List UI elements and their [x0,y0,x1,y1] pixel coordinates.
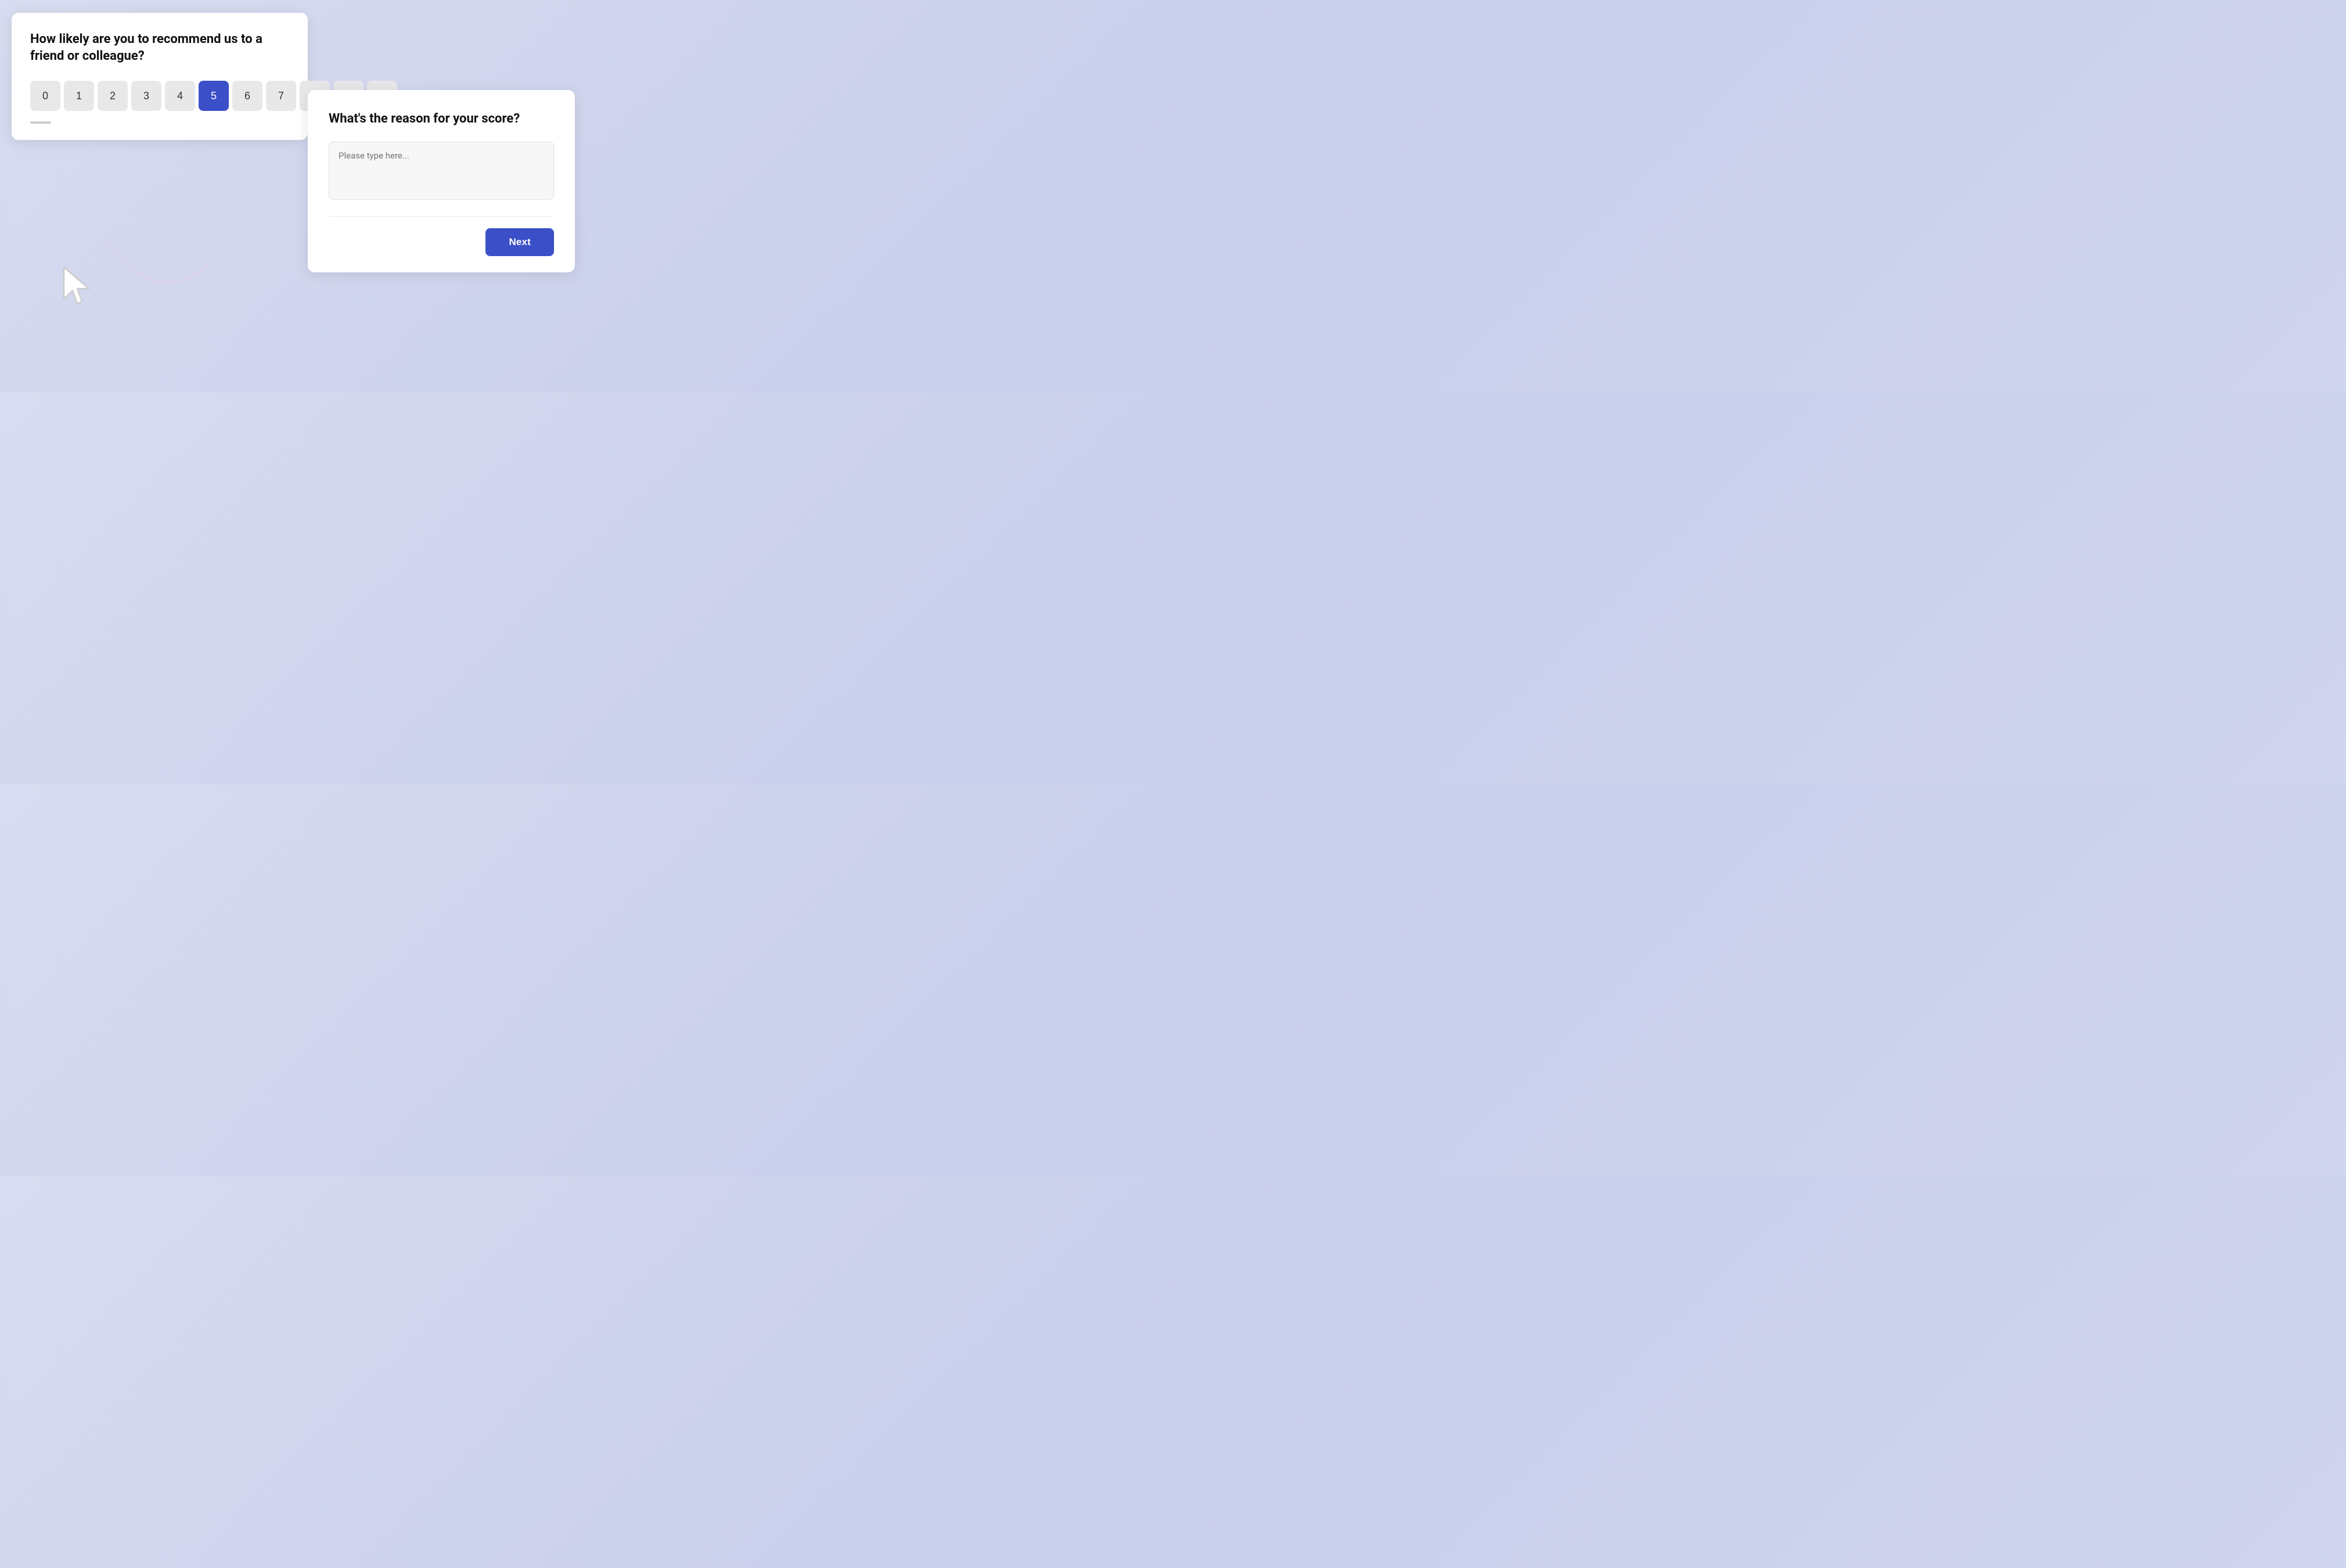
cursor-icon [61,264,96,308]
nps-scores: 0 1 2 3 4 5 6 7 8 9 10 [30,81,289,111]
score-6[interactable]: 6 [232,81,262,111]
score-2[interactable]: 2 [98,81,128,111]
reason-textarea[interactable] [329,142,554,200]
score-1[interactable]: 1 [64,81,94,111]
score-0[interactable]: 0 [30,81,60,111]
card-divider [329,216,554,217]
next-button[interactable]: Next [485,228,554,256]
score-3[interactable]: 3 [131,81,161,111]
card-footer: Next [329,228,554,256]
scroll-indicator [30,121,51,124]
nps-card: How likely are you to recommend us to a … [12,13,308,140]
nps-question: How likely are you to recommend us to a … [30,31,289,64]
reason-question: What's the reason for your score? [329,111,554,128]
curved-arrow-decoration [90,232,218,302]
score-4[interactable]: 4 [165,81,195,111]
score-7[interactable]: 7 [266,81,296,111]
reason-card: What's the reason for your score? Next [308,90,575,272]
score-5[interactable]: 5 [199,81,229,111]
